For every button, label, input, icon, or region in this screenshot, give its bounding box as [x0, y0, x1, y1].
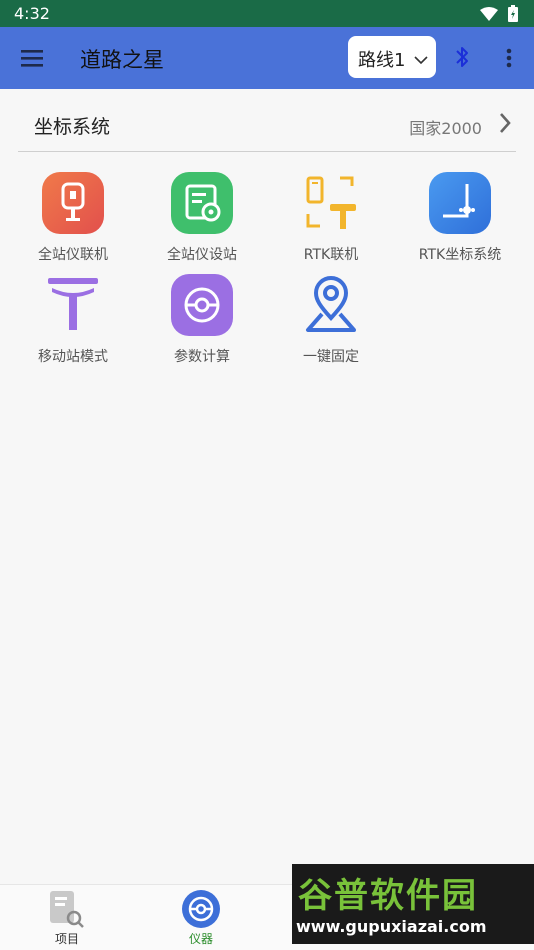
tool-rtk-connect[interactable]: RTK联机 [266, 172, 396, 272]
coordinate-system-label: 坐标系统 [34, 116, 111, 138]
tab-instrument[interactable]: 仪器 [134, 885, 268, 950]
wifi-icon [480, 6, 498, 25]
tool-parameter-calc[interactable]: 参数计算 [137, 274, 267, 374]
status-bar: 4:32 [0, 0, 534, 27]
tool-label: 全站仪联机 [38, 247, 108, 263]
route-select-value: 路线1 [358, 50, 406, 71]
chevron-down-icon [414, 50, 428, 69]
coordinate-system-value: 国家2000 [409, 119, 482, 138]
rtk-connect-icon [300, 172, 362, 234]
tool-total-station-connect[interactable]: 全站仪联机 [8, 172, 138, 272]
watermark-text: 谷普软件园 [298, 876, 478, 916]
instrument-icon [181, 889, 221, 929]
rtk-coordinate-icon [429, 172, 491, 234]
route-select[interactable]: 路线1 [348, 36, 436, 78]
tab-label: 仪器 [188, 932, 213, 946]
tool-one-key-fix[interactable]: 一键固定 [266, 274, 396, 374]
chevron-right-icon [498, 112, 512, 138]
tool-label: RTK坐标系统 [418, 247, 502, 263]
app-title: 道路之星 [80, 48, 164, 72]
tool-label: 全站仪设站 [167, 247, 237, 263]
project-icon [47, 889, 87, 929]
more-vert-icon[interactable] [505, 48, 513, 72]
total-station-connect-icon [42, 172, 104, 234]
app-bar: 道路之星 路线1 [0, 27, 534, 89]
tool-label: 一键固定 [303, 349, 359, 365]
menu-icon[interactable] [20, 47, 44, 69]
rover-mode-icon [42, 274, 104, 336]
watermark-overlay: 谷普软件园 www.gupuxiazai.com [292, 864, 534, 944]
tool-label: RTK联机 [303, 247, 359, 263]
tab-project[interactable]: 项目 [0, 885, 134, 950]
status-time: 4:32 [14, 4, 50, 23]
tool-rover-mode[interactable]: 移动站模式 [8, 274, 138, 374]
parameter-calc-icon [171, 274, 233, 336]
tool-total-station-setup[interactable]: 全站仪设站 [137, 172, 267, 272]
battery-icon [508, 5, 518, 26]
one-key-fix-icon [300, 274, 362, 336]
watermark-url: www.gupuxiazai.com [296, 917, 487, 936]
tool-label: 参数计算 [174, 349, 230, 365]
tool-label: 移动站模式 [38, 349, 108, 365]
coordinate-system-row[interactable]: 坐标系统 国家2000 [18, 96, 516, 152]
tool-rtk-coordinate[interactable]: RTK坐标系统 [395, 172, 525, 272]
tab-label: 项目 [54, 932, 79, 946]
bluetooth-icon[interactable] [454, 45, 470, 73]
total-station-setup-icon [171, 172, 233, 234]
